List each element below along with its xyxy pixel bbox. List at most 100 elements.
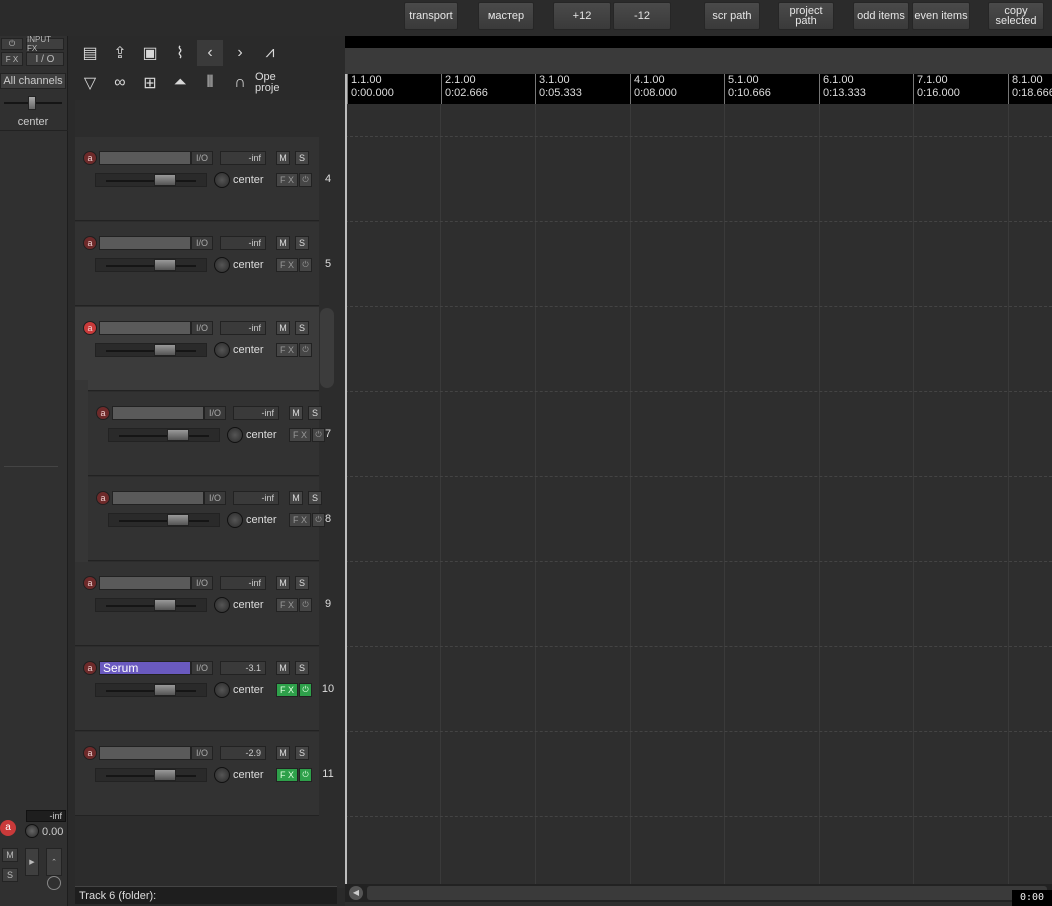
mute-button[interactable]: M <box>289 491 303 505</box>
solo-button[interactable]: S <box>295 746 309 760</box>
link-icon[interactable]: ∞ <box>107 70 133 96</box>
master-button[interactable]: мастер <box>478 2 534 30</box>
power-icon[interactable]: ⏻ <box>1 38 23 50</box>
mute-button[interactable]: M <box>276 661 290 675</box>
master-io-button[interactable]: I / O <box>26 52 64 66</box>
track-5[interactable]: a I/O -inf M S center F X ⏻ <box>75 222 319 306</box>
fx-bypass-icon[interactable]: ⏻ <box>299 683 312 697</box>
metronome-icon[interactable]: ⩘ <box>257 40 283 66</box>
solo-button[interactable]: S <box>295 236 309 250</box>
fx-bypass-icon[interactable]: ⏻ <box>299 173 312 187</box>
pan-knob[interactable] <box>214 767 230 783</box>
track-name-field[interactable] <box>99 321 191 335</box>
pan-knob[interactable] <box>214 597 230 613</box>
fx-bypass-icon[interactable]: ⏻ <box>299 768 312 782</box>
fader-handle[interactable] <box>154 344 176 356</box>
io-button[interactable]: I/O <box>191 576 213 590</box>
solo-button[interactable]: S <box>308 406 322 420</box>
track-4[interactable]: a I/O -inf M S center F X ⏻ <box>75 137 319 221</box>
mute-button[interactable]: M <box>276 236 290 250</box>
master-width-slider[interactable] <box>28 96 36 110</box>
fx-button[interactable]: F X <box>276 258 298 272</box>
record-arm-icon[interactable]: a <box>96 491 110 505</box>
track-name-field[interactable] <box>99 151 191 165</box>
fx-button[interactable]: F X <box>276 173 298 187</box>
fx-bypass-icon[interactable]: ⏻ <box>299 343 312 357</box>
paperclip-icon[interactable]: ⌇ <box>167 40 193 66</box>
open-project-icon[interactable]: ⇪ <box>107 40 133 66</box>
ripple-edit-icon[interactable]: ⦀ <box>197 70 223 96</box>
fader-handle[interactable] <box>154 174 176 186</box>
region-bar[interactable] <box>345 36 1052 48</box>
io-button[interactable]: I/O <box>191 321 213 335</box>
mute-button[interactable]: M <box>276 576 290 590</box>
track-8[interactable]: a I/O -inf M S center F X ⏻ <box>88 477 325 561</box>
new-project-icon[interactable]: ▤ <box>77 40 103 66</box>
master-pan-knob[interactable] <box>25 824 39 838</box>
track-9[interactable]: a I/O -inf M S center F X ⏻ <box>75 562 319 646</box>
pan-knob[interactable] <box>227 512 243 528</box>
mute-button[interactable]: M <box>276 746 290 760</box>
fx-button[interactable]: F X <box>289 428 311 442</box>
mute-button[interactable]: M <box>276 151 290 165</box>
envelope-select-icon[interactable]: ▽ <box>77 70 103 96</box>
arrange-view[interactable] <box>345 36 1052 906</box>
fx-button[interactable]: F X <box>289 513 311 527</box>
scrollbar-thumb[interactable] <box>367 886 1047 900</box>
record-arm-icon[interactable]: a <box>83 746 97 760</box>
pan-knob[interactable] <box>214 342 230 358</box>
record-arm-icon[interactable]: a <box>83 576 97 590</box>
redo-icon[interactable]: › <box>227 40 253 66</box>
track-10[interactable]: a Serum I/O -3.1 M S center F X ⏻ <box>75 647 319 731</box>
save-project-icon[interactable]: ▣ <box>137 40 163 66</box>
fader-handle[interactable] <box>167 514 189 526</box>
track-7[interactable]: a I/O -inf M S center F X ⏻ <box>88 392 325 476</box>
mute-button[interactable]: M <box>276 321 290 335</box>
record-arm-icon[interactable]: a <box>83 661 97 675</box>
io-button[interactable]: I/O <box>191 746 213 760</box>
pitch-down-button[interactable]: -12 <box>613 2 671 30</box>
volume-fader[interactable] <box>108 513 220 527</box>
channels-selector[interactable]: All channels <box>0 73 66 89</box>
volume-fader[interactable] <box>95 768 207 782</box>
record-arm-icon[interactable]: a <box>96 406 110 420</box>
volume-fader[interactable] <box>95 343 207 357</box>
fx-button[interactable]: F X <box>276 683 298 697</box>
record-arm-icon[interactable]: a <box>83 236 97 250</box>
envelope-icon[interactable]: ⏶ <box>167 70 193 96</box>
grid-icon[interactable]: ⊞ <box>137 70 163 96</box>
folder-collapse-handle[interactable] <box>320 308 334 388</box>
horizontal-scrollbar[interactable]: ◀ <box>345 884 1052 902</box>
io-button[interactable]: I/O <box>204 491 226 505</box>
mute-button[interactable]: M <box>289 406 303 420</box>
solo-button[interactable]: S <box>295 151 309 165</box>
record-arm-icon[interactable]: a <box>83 321 97 335</box>
pan-knob[interactable] <box>214 682 230 698</box>
undo-icon[interactable]: ‹ <box>197 40 223 66</box>
master-fx-button[interactable]: F X <box>1 52 23 66</box>
fader-handle[interactable] <box>167 429 189 441</box>
scr-path-button[interactable]: scr path <box>704 2 760 30</box>
snap-magnet-icon[interactable]: ∩ <box>227 70 253 96</box>
master-mute-button[interactable]: M <box>2 848 18 862</box>
track-name-field[interactable] <box>99 236 191 250</box>
phase-icon[interactable] <box>47 876 61 890</box>
fx-button[interactable]: F X <box>276 343 298 357</box>
track-name-field[interactable] <box>99 576 191 590</box>
fx-button[interactable]: F X <box>276 598 298 612</box>
io-button[interactable]: I/O <box>191 236 213 250</box>
track-6-folder[interactable]: a I/O -inf M S center F X ⏻ <box>75 307 319 391</box>
pan-knob[interactable] <box>214 172 230 188</box>
pitch-up-button[interactable]: +12 <box>553 2 611 30</box>
marker-lane[interactable] <box>345 48 1052 74</box>
copy-selected-button[interactable]: copy selected <box>988 2 1044 30</box>
record-arm-icon[interactable]: a <box>83 151 97 165</box>
track-11[interactable]: a I/O -2.9 M S center F X ⏻ <box>75 732 319 816</box>
io-button[interactable]: I/O <box>204 406 226 420</box>
project-path-button[interactable]: project path <box>778 2 834 30</box>
io-button[interactable]: I/O <box>191 661 213 675</box>
io-button[interactable]: I/O <box>191 151 213 165</box>
input-fx-button[interactable]: INPUT FX <box>26 35 64 53</box>
master-input-monitor-icon[interactable]: ▶ <box>25 848 39 876</box>
fader-handle[interactable] <box>154 769 176 781</box>
